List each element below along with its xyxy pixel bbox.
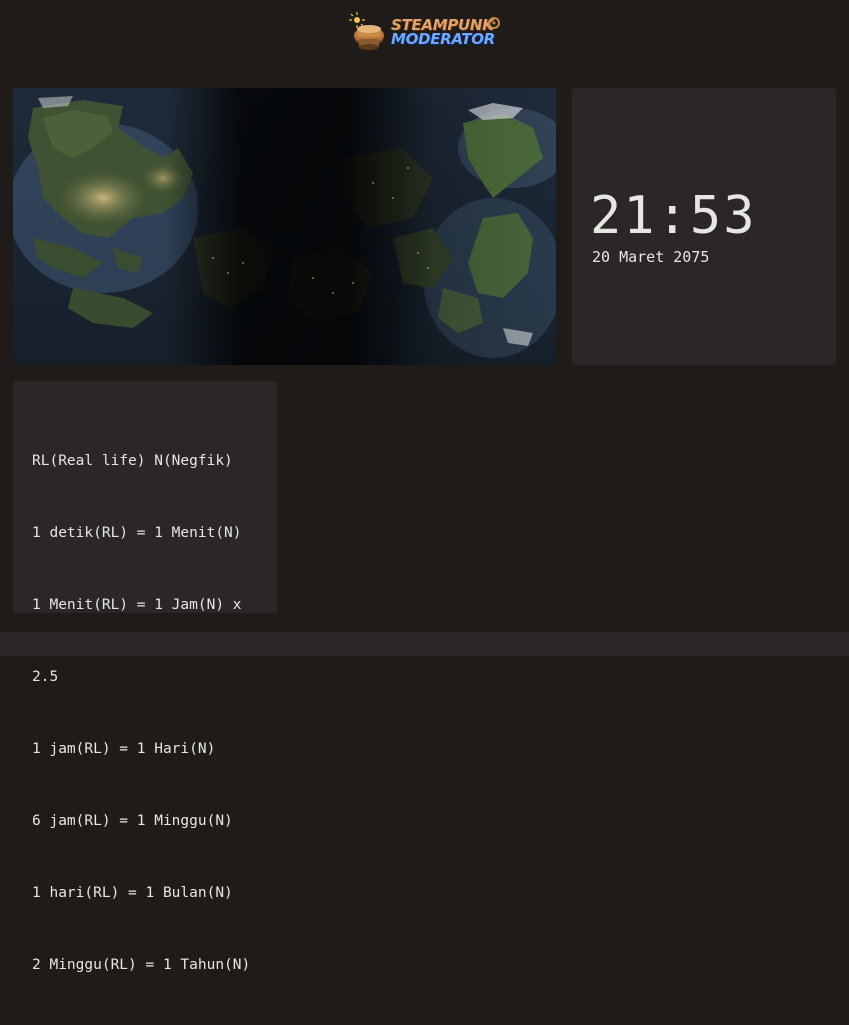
conversion-line: RL(Real life) N(Negfik) [32,453,233,469]
conversion-line: 1 Menit(RL) = 1 Jam(N) x [32,597,242,613]
clock-panel: 21:53 20 Maret 2075 [572,88,836,365]
conversion-line: 6 jam(RL) = 1 Minggu(N) [32,813,233,829]
conversion-line: 2.5 [32,669,59,685]
gear-decoration-icon [488,17,500,29]
logo-text: STEAMPUNK MODERATOR [391,18,495,48]
clock-date: 20 Maret 2075 [592,248,710,266]
footer-bar [0,632,849,656]
clock-time: 21:53 [590,186,757,246]
logo-line2: MODERATOR [391,30,495,48]
world-map-icon [13,88,556,365]
steampunk-logo-icon [349,12,384,50]
conversion-line: 1 detik(RL) = 1 Menit(N) [32,525,242,541]
site-logo[interactable]: STEAMPUNK MODERATOR [345,10,505,56]
conversion-line: 1 jam(RL) = 1 Hari(N) [32,741,216,757]
world-map [13,88,556,365]
conversion-list: RL(Real life) N(Negfik) 1 detik(RL) = 1 … [32,401,270,1025]
time-conversion-panel: RL(Real life) N(Negfik) 1 detik(RL) = 1 … [13,381,277,973]
conversion-line: 2 Minggu(RL) = 1 Tahun(N) [32,957,251,973]
conversion-line: 1 hari(RL) = 1 Bulan(N) [32,885,233,901]
